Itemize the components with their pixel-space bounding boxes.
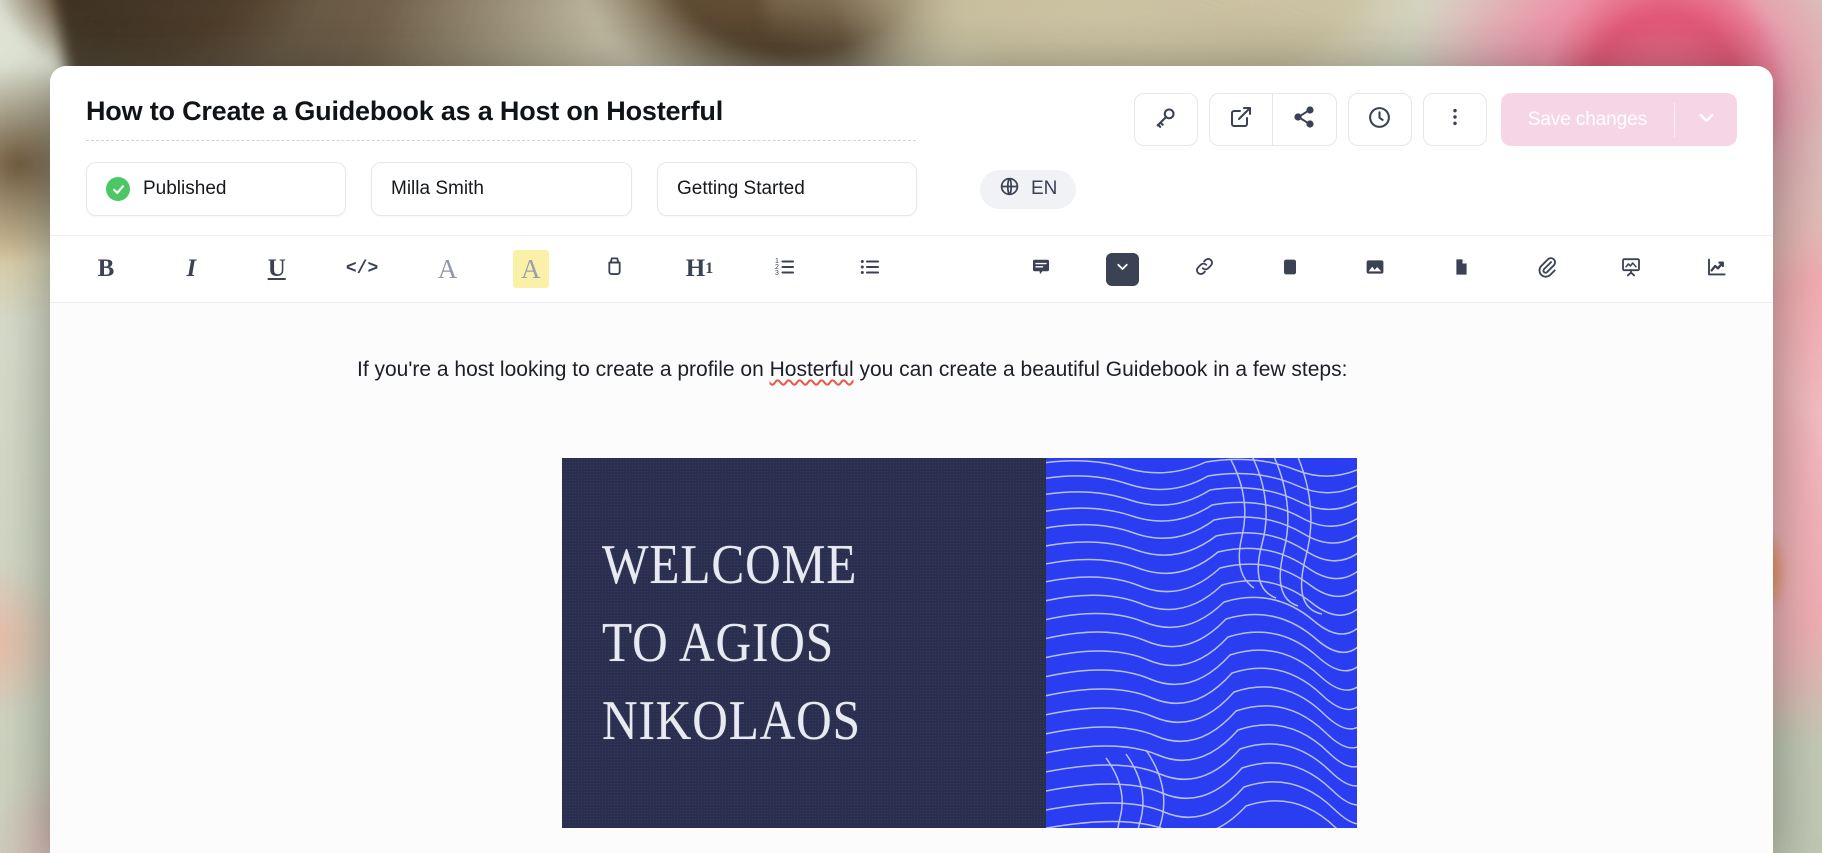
save-dropdown-toggle[interactable] — [1675, 106, 1737, 134]
callout-icon — [1029, 255, 1053, 284]
table-icon — [944, 255, 968, 284]
language-label: EN — [1031, 178, 1058, 199]
text-color-button[interactable]: A — [427, 249, 467, 289]
accordion-button[interactable] — [1106, 252, 1140, 286]
document-title-input[interactable]: How to Create a Guidebook as a Host on H… — [86, 92, 916, 140]
open-external-button[interactable] — [1208, 93, 1273, 146]
banner-heading-line-3: NIKOLAOS — [602, 690, 861, 752]
external-link-icon — [1229, 105, 1253, 134]
embedded-banner-image[interactable]: WELCOME TO AGIOS NIKOLAOS — [562, 458, 1357, 828]
author-label: Milla Smith — [391, 178, 484, 199]
editor-content-area[interactable]: If you're a host looking to create a pro… — [50, 303, 1773, 853]
link-button[interactable] — [1185, 249, 1225, 289]
document-paragraph[interactable]: If you're a host looking to create a pro… — [357, 351, 1520, 388]
image-button[interactable] — [1355, 249, 1395, 289]
save-changes-label: Save changes — [1527, 108, 1647, 130]
author-field[interactable]: Milla Smith — [371, 162, 632, 216]
block-icon — [1278, 255, 1302, 284]
clock-icon — [1367, 105, 1392, 135]
more-options-button[interactable] — [1422, 93, 1487, 146]
chart-icon — [1705, 255, 1729, 284]
more-vertical-icon — [1444, 106, 1466, 133]
title-area: How to Create a Guidebook as a Host on H… — [86, 92, 916, 141]
metadata-row: Published Milla Smith Getting Started EN — [50, 146, 1773, 216]
language-selector[interactable]: EN — [980, 169, 1077, 209]
banner-heading-line-1: WELCOME — [602, 534, 858, 596]
presentation-icon — [1619, 255, 1643, 284]
check-circle-icon — [106, 177, 130, 201]
topographic-wave-pattern — [1046, 458, 1357, 828]
highlight-button[interactable]: A — [512, 250, 549, 288]
title-underline — [86, 140, 916, 141]
ordered-list-button[interactable]: 1 2 3 — [765, 249, 805, 289]
heading-letter: H — [685, 255, 706, 282]
category-field[interactable]: Getting Started — [657, 162, 917, 216]
presentation-button[interactable] — [1611, 249, 1651, 289]
heading-level: 1 — [705, 260, 714, 277]
header-actions: Save changes — [1133, 93, 1737, 146]
share-icon — [1292, 105, 1316, 134]
underline-button[interactable]: U — [257, 249, 297, 289]
article-editor-modal: How to Create a Guidebook as a Host on H… — [50, 66, 1773, 853]
table-button[interactable] — [936, 249, 976, 289]
status-field[interactable]: Published — [86, 162, 346, 216]
history-button[interactable] — [1347, 93, 1412, 146]
editor-header: How to Create a Guidebook as a Host on H… — [50, 66, 1773, 146]
code-button[interactable]: </> — [342, 249, 382, 289]
chevron-down-icon — [1695, 106, 1718, 134]
globe-icon — [999, 176, 1020, 203]
banner-wave-panel — [1046, 458, 1357, 828]
save-changes-button[interactable]: Save changes — [1500, 93, 1737, 146]
paragraph-text-before: If you're a host looking to create a pro… — [357, 358, 770, 381]
share-group — [1208, 93, 1337, 146]
banner-text-panel: WELCOME TO AGIOS NIKOLAOS — [562, 458, 1046, 828]
status-label: Published — [143, 178, 227, 199]
block-button[interactable] — [1270, 249, 1310, 289]
image-icon — [1363, 255, 1387, 284]
link-icon — [1193, 255, 1216, 283]
banner-heading-line-2: TO AGIOS — [602, 612, 835, 674]
file-icon — [1449, 255, 1473, 284]
chart-button[interactable] — [1697, 249, 1737, 289]
bullet-list-button[interactable] — [850, 249, 890, 289]
share-button[interactable] — [1272, 93, 1337, 146]
paragraph-text-after: you can create a beautiful Guidebook in … — [853, 358, 1348, 381]
key-icon — [1153, 105, 1178, 135]
bold-button[interactable]: B — [86, 249, 126, 289]
heading-1-button[interactable]: H1 — [680, 249, 720, 289]
svg-text:3: 3 — [775, 270, 779, 277]
callout-button[interactable] — [1021, 249, 1061, 289]
category-label: Getting Started — [677, 178, 805, 199]
marker-button[interactable] — [594, 249, 634, 289]
ordered-list-icon: 1 2 3 — [773, 255, 797, 284]
attachment-icon — [1535, 255, 1558, 283]
spellcheck-word[interactable]: Hosterful — [770, 358, 854, 381]
bullet-list-icon — [858, 255, 882, 284]
marker-icon — [603, 255, 626, 283]
file-button[interactable] — [1441, 249, 1481, 289]
attachment-button[interactable] — [1526, 249, 1566, 289]
accordion-icon — [1114, 258, 1131, 280]
key-button[interactable] — [1133, 93, 1198, 146]
editor-toolbar: B I U </> A A H1 1 2 3 — [50, 235, 1773, 303]
italic-button[interactable]: I — [171, 249, 211, 289]
